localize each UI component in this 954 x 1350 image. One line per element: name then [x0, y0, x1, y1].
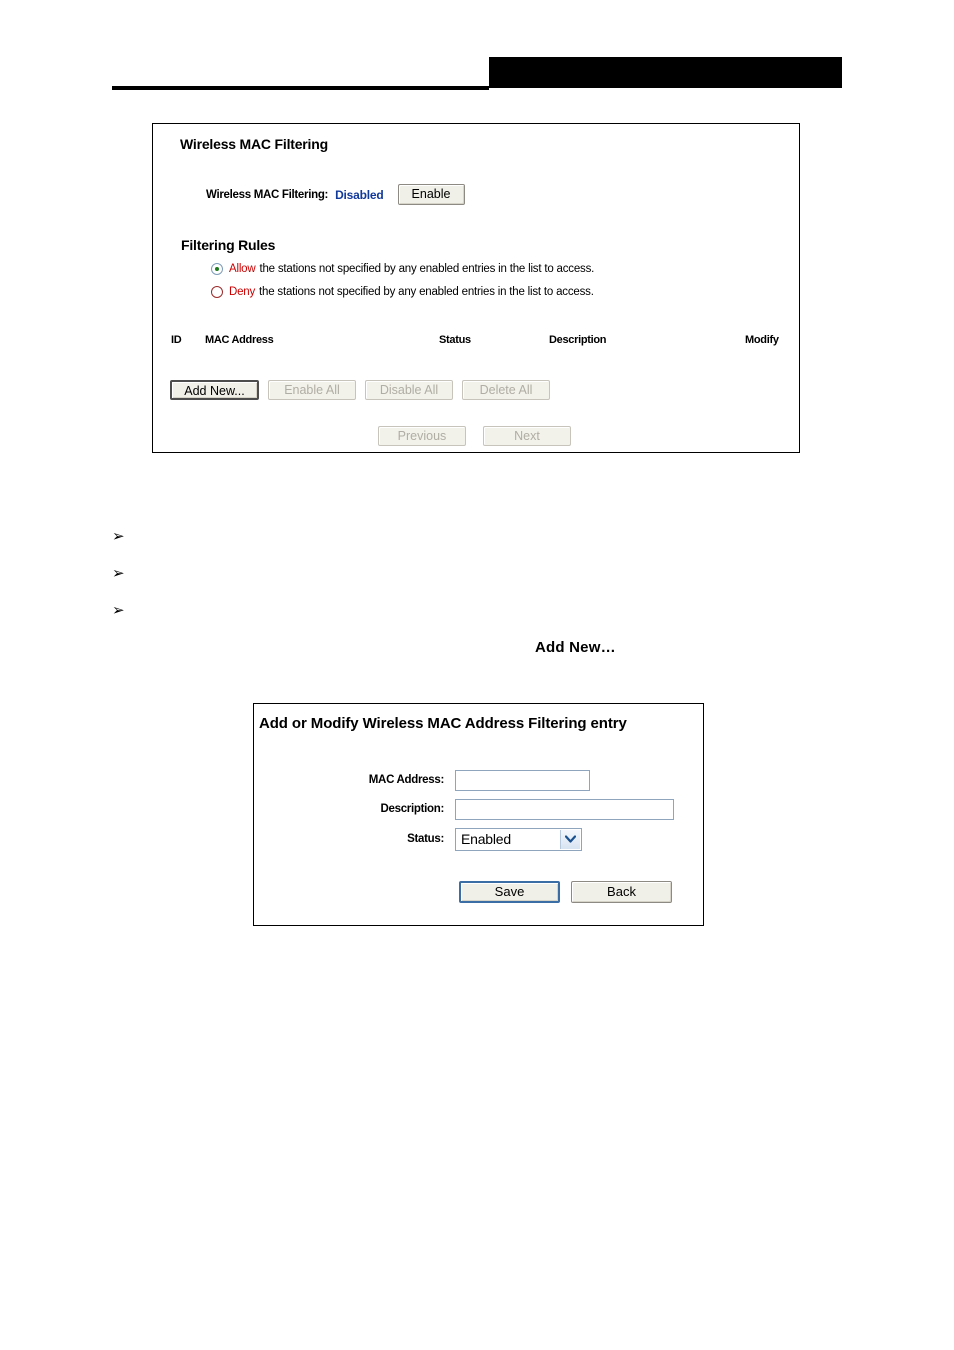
- chevron-down-icon[interactable]: [560, 829, 580, 849]
- filtering-rule-allow-keyword: Allow: [229, 263, 256, 275]
- status-select-value: Enabled: [461, 831, 511, 847]
- panel-title-filtering-rules: Filtering Rules: [181, 237, 276, 253]
- column-header-id: ID: [171, 334, 182, 346]
- arrow-bullet-icon: ➢: [112, 527, 125, 545]
- enable-all-button[interactable]: Enable All: [268, 380, 356, 400]
- filtering-rule-allow-row[interactable]: Allow the stations not specified by any …: [211, 263, 594, 275]
- back-button[interactable]: Back: [571, 881, 672, 903]
- mac-address-input[interactable]: [455, 769, 590, 791]
- mac-filter-action-buttons: Add New... Enable All Disable All Delete…: [170, 380, 550, 400]
- arrow-bullet-icon: ➢: [112, 601, 125, 619]
- arrow-bullet-icon: ➢: [112, 564, 125, 582]
- description-input[interactable]: [455, 798, 674, 820]
- add-new-caption: Add New…: [535, 639, 616, 656]
- filtering-rule-deny-keyword: Deny: [229, 286, 256, 298]
- panel-title-add-modify: Add or Modify Wireless MAC Address Filte…: [259, 715, 627, 732]
- add-new-button[interactable]: Add New...: [170, 380, 259, 400]
- wireless-mac-filtering-status-row: Wireless MAC Filtering: Disabled Enable: [206, 184, 465, 205]
- panel-title-wireless-mac-filtering: Wireless MAC Filtering: [180, 136, 328, 152]
- next-button[interactable]: Next: [483, 426, 571, 446]
- previous-button[interactable]: Previous: [378, 426, 466, 446]
- disable-all-button[interactable]: Disable All: [365, 380, 453, 400]
- add-modify-action-buttons: Save Back: [459, 881, 672, 903]
- list-item: ➢: [112, 565, 812, 602]
- column-header-status: Status: [439, 334, 471, 346]
- save-button[interactable]: Save: [459, 881, 560, 903]
- status-select[interactable]: Enabled: [455, 827, 582, 851]
- mac-address-label: MAC Address:: [368, 774, 445, 786]
- description-label: Description:: [380, 803, 445, 815]
- list-item: ➢: [112, 528, 812, 565]
- mac-address-row: MAC Address:: [331, 769, 590, 791]
- wireless-mac-filtering-label: Wireless MAC Filtering:: [206, 188, 329, 201]
- description-row: Description:: [331, 798, 674, 820]
- filtering-rule-deny-row[interactable]: Deny the stations not specified by any e…: [211, 286, 594, 298]
- filtering-rule-allow-text: the stations not specified by any enable…: [259, 263, 595, 275]
- enable-button[interactable]: Enable: [397, 184, 465, 205]
- wireless-mac-filtering-panel: Wireless MAC Filtering Wireless MAC Filt…: [152, 123, 800, 453]
- mac-filter-pagination-buttons: Previous Next: [378, 426, 571, 446]
- header-black-banner: [489, 57, 842, 88]
- column-header-mac-address: MAC Address: [205, 334, 274, 346]
- header-horizontal-rule: [112, 86, 489, 90]
- status-row: Status: Enabled: [331, 827, 582, 851]
- delete-all-button[interactable]: Delete All: [462, 380, 550, 400]
- filtering-rule-deny-text: the stations not specified by any enable…: [259, 286, 594, 298]
- mac-filter-table-header: ID MAC Address Status Description Modify: [153, 334, 799, 352]
- page-header: [0, 0, 954, 100]
- column-header-modify: Modify: [745, 334, 779, 346]
- add-modify-mac-entry-panel: Add or Modify Wireless MAC Address Filte…: [253, 703, 704, 926]
- column-header-description: Description: [549, 334, 607, 346]
- radio-deny[interactable]: [211, 286, 223, 298]
- list-item: ➢: [112, 602, 812, 639]
- bullet-list: ➢ ➢ ➢: [112, 528, 812, 639]
- wireless-mac-filtering-value: Disabled: [335, 187, 384, 202]
- radio-allow[interactable]: [211, 263, 223, 275]
- status-label: Status:: [407, 833, 444, 845]
